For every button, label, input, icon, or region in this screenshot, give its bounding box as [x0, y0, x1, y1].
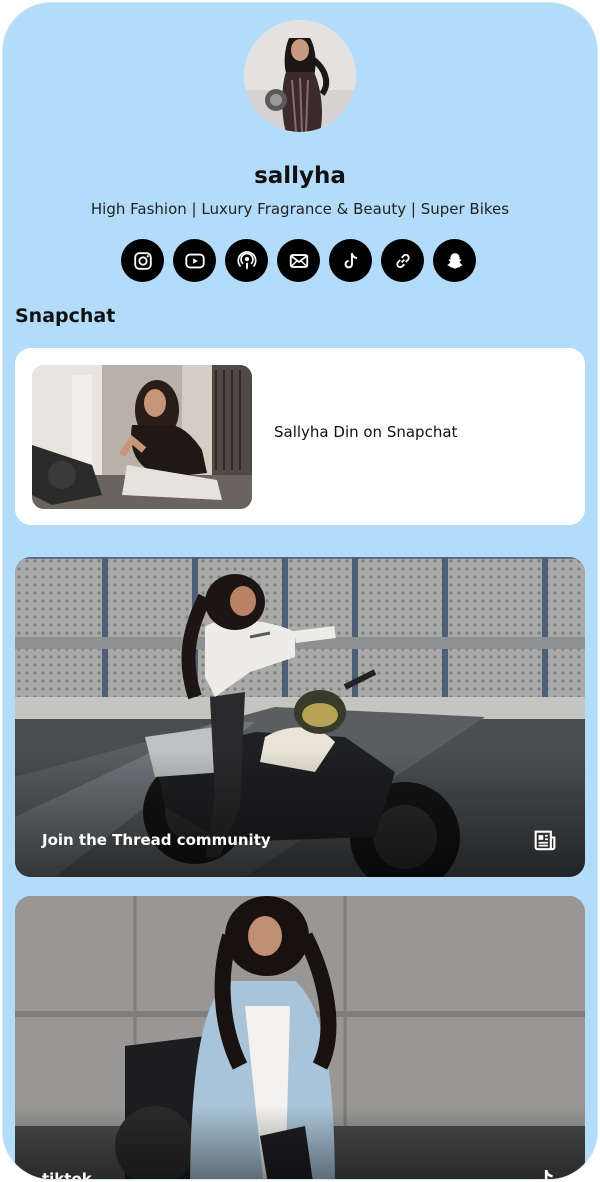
avatar	[244, 20, 356, 132]
tiktok-link[interactable]	[329, 239, 372, 282]
snapchat-thumbnail	[32, 365, 252, 509]
instagram-link[interactable]	[121, 239, 164, 282]
thread-card-label: Join the Thread community	[42, 831, 271, 849]
snapchat-link[interactable]	[433, 239, 476, 282]
podcast-icon	[236, 250, 257, 269]
profile-page: sallyha High Fashion | Luxury Fragrance …	[3, 3, 597, 1179]
profile-username: sallyha	[254, 163, 346, 189]
youtube-link[interactable]	[173, 239, 216, 282]
tiktok-card-image	[15, 896, 585, 1179]
website-link[interactable]	[381, 239, 424, 282]
instagram-icon	[133, 251, 152, 270]
tiktok-card-label: tiktok	[42, 1170, 92, 1179]
email-icon	[289, 253, 308, 268]
email-link[interactable]	[277, 239, 320, 282]
snapchat-card[interactable]: Sallyha Din on Snapchat	[15, 348, 585, 525]
social-links	[121, 239, 476, 282]
snapchat-card-label: Sallyha Din on Snapchat	[274, 423, 458, 441]
section-title-snapchat: Snapchat	[15, 305, 116, 327]
tiktok-icon	[540, 1169, 553, 1179]
thread-card-image	[15, 557, 585, 877]
podcast-link[interactable]	[225, 239, 268, 282]
tiktok-card[interactable]: tiktok	[15, 896, 585, 1179]
youtube-icon	[184, 253, 205, 268]
thread-card[interactable]: Join the Thread community	[15, 557, 585, 877]
tiktok-icon	[344, 252, 357, 268]
link-icon	[395, 253, 410, 268]
newspaper-icon	[534, 830, 556, 851]
snapchat-icon	[446, 252, 463, 269]
profile-bio: High Fashion | Luxury Fragrance & Beauty…	[90, 200, 510, 218]
